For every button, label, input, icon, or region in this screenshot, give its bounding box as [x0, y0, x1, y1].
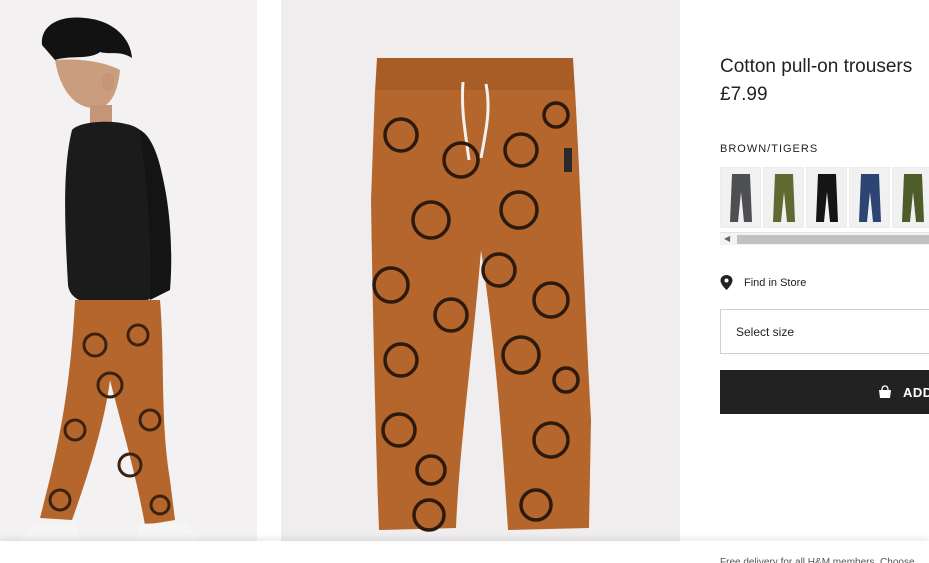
location-pin-icon: [720, 275, 733, 290]
size-selector[interactable]: Select size: [720, 309, 929, 354]
swatch-scrollbar[interactable]: ◀: [720, 232, 929, 245]
delivery-info: Free delivery for all H&M members. Choos…: [720, 557, 915, 563]
swatch-dark-green[interactable]: [892, 167, 929, 228]
find-in-store-label: Find in Store: [744, 276, 807, 289]
add-button-label: ADD: [903, 385, 929, 400]
scrollbar-thumb[interactable]: [737, 235, 929, 244]
swatch-black[interactable]: [806, 167, 847, 228]
shopping-bag-icon: [879, 385, 891, 398]
selected-color-name: BROWN/TIGERS: [720, 143, 819, 155]
product-photo[interactable]: [281, 0, 680, 541]
color-swatches: [720, 167, 929, 229]
product-info-panel: Cotton pull-on trousers £7.99 BROWN/TIGE…: [720, 0, 929, 563]
size-selector-label: Select size: [736, 325, 795, 339]
find-in-store-link[interactable]: Find in Store: [720, 275, 806, 290]
swatch-dark-blue[interactable]: [849, 167, 890, 228]
product-price: £7.99: [720, 84, 768, 105]
product-title: Cotton pull-on trousers: [720, 56, 913, 77]
trousers-icon: [729, 174, 752, 222]
trousers-icon: [772, 174, 795, 222]
trousers-icon: [901, 174, 924, 222]
trousers-icon: [858, 174, 881, 222]
swatch-dark-grey[interactable]: [720, 167, 761, 228]
add-to-bag-button[interactable]: ADD: [720, 370, 929, 414]
swatch-khaki-green[interactable]: [763, 167, 804, 228]
scroll-left-icon[interactable]: ◀: [724, 234, 730, 243]
model-photo[interactable]: [0, 0, 257, 541]
trousers-icon: [815, 174, 838, 222]
